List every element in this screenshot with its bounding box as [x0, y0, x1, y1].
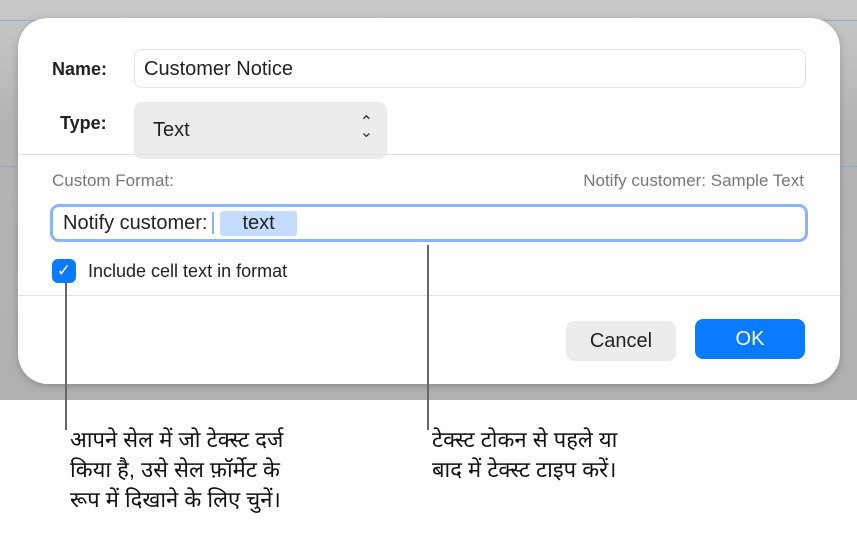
callout-text: रूप में दिखाने के लिए चुनें।	[70, 487, 281, 512]
callout-line-right	[427, 245, 429, 430]
callout-text: आपने सेल में जो टेक्स्ट दर्ज	[70, 427, 284, 452]
type-value: Text	[153, 119, 190, 141]
callout-left: आपने सेल में जो टेक्स्ट दर्ज किया है, उस…	[70, 425, 283, 515]
custom-format-label: Custom Format:	[52, 171, 174, 190]
name-input[interactable]: Customer Notice	[134, 49, 806, 88]
text-cursor	[212, 212, 215, 234]
type-select[interactable]: Text ⌃ ⌄	[134, 102, 387, 159]
callout-right: टेक्स्ट टोकन से पहले या बाद में टेक्स्ट …	[432, 425, 617, 485]
chevron-up-down-icon: ⌃ ⌄	[359, 114, 373, 141]
name-label: Name:	[52, 59, 108, 79]
format-prefix-text: Notify customer:	[63, 211, 208, 234]
ok-button[interactable]: OK	[695, 319, 805, 359]
divider	[18, 154, 840, 155]
custom-format-input[interactable]: Notify customer: text	[50, 204, 808, 242]
custom-format-dialog: Name: Customer Notice Type: Text ⌃ ⌄ Cust…	[18, 18, 840, 384]
include-cell-text-label[interactable]: Include cell text in format	[88, 261, 287, 282]
type-label: Type:	[60, 113, 107, 133]
callout-text: बाद में टेक्स्ट टाइप करें।	[432, 457, 617, 482]
include-cell-text-checkbox[interactable]: ✓	[52, 259, 76, 283]
divider	[18, 295, 840, 296]
text-token[interactable]: text	[220, 210, 297, 236]
callout-line-left	[65, 283, 67, 430]
format-preview: Notify customer: Sample Text	[583, 171, 804, 190]
cancel-button[interactable]: Cancel	[566, 321, 676, 361]
callout-text: किया है, उसे सेल फ़ॉर्मेट के	[70, 457, 280, 482]
callout-text: टेक्स्ट टोकन से पहले या	[432, 427, 618, 452]
